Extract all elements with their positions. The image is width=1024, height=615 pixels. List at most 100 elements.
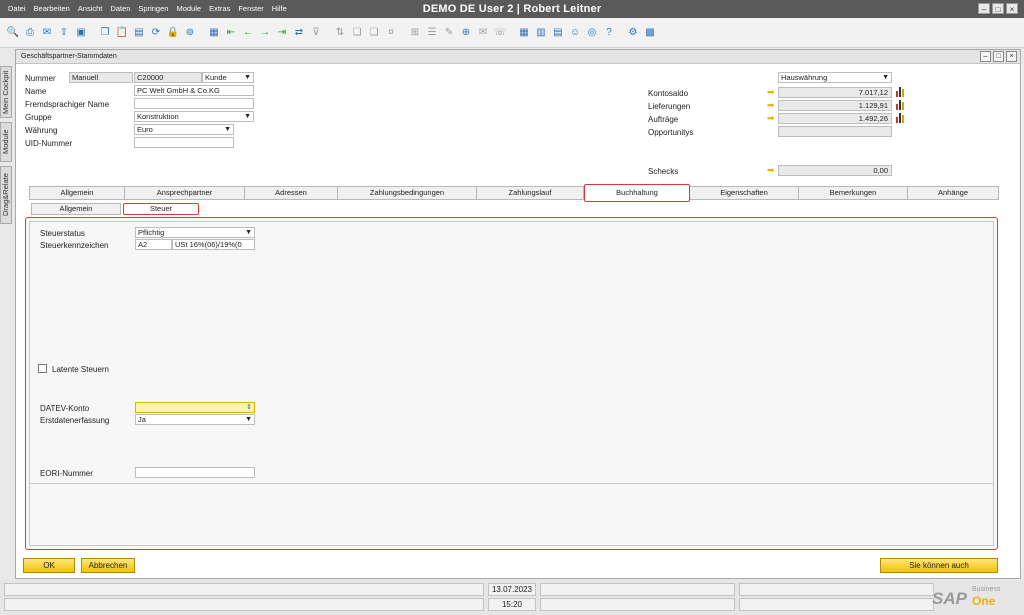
auftraege-label: Aufträge xyxy=(648,115,679,124)
tab-zahlungsbedingungen[interactable]: Zahlungsbedingungen xyxy=(338,186,477,200)
export-icon[interactable]: ⇪ xyxy=(57,26,71,40)
tiles-icon[interactable]: ▩ xyxy=(643,26,657,40)
cash-icon[interactable]: ¤ xyxy=(384,26,398,40)
name-field[interactable]: PC Welt GmbH & Co.KG xyxy=(134,85,254,96)
sidetab-drag-relate[interactable]: Drag&Relate xyxy=(0,166,12,224)
subtab-allgemein[interactable]: Allgemein xyxy=(31,203,121,215)
users-icon[interactable]: ☺ xyxy=(568,26,582,40)
preview-icon[interactable]: 🔍 xyxy=(6,26,20,40)
latent-tax-checkbox[interactable] xyxy=(38,364,47,373)
foreign-name-field[interactable] xyxy=(134,98,254,109)
chat-icon[interactable]: ☏ xyxy=(493,26,507,40)
ok-button[interactable]: OK xyxy=(23,558,75,573)
sidetab-module[interactable]: Module xyxy=(0,122,12,162)
tab-buchhaltung[interactable]: Buchhaltung xyxy=(584,184,690,202)
browser-icon[interactable]: ◎ xyxy=(585,26,599,40)
copy-icon[interactable]: ❐ xyxy=(98,26,112,40)
sidetab-cockpit[interactable]: Mein Cockpit xyxy=(0,66,12,118)
datev-account-field[interactable]: ⇕ xyxy=(135,402,255,413)
tab-zahlungslauf[interactable]: Zahlungslauf xyxy=(477,186,584,200)
chevron-down-icon: ▼ xyxy=(882,74,889,81)
journal-icon[interactable]: ☰ xyxy=(425,26,439,40)
maximize-button[interactable]: □ xyxy=(992,3,1004,14)
link-arrow-icon[interactable]: ➡ xyxy=(767,101,777,110)
initial-data-value: Ja xyxy=(138,415,146,424)
uid-field[interactable] xyxy=(134,137,234,148)
tax-code-value: A2 xyxy=(138,240,148,249)
subtab-steuer[interactable]: Steuer xyxy=(123,203,199,215)
you-can-also-button[interactable]: Sie können auch xyxy=(880,558,998,573)
email-icon[interactable]: ✉ xyxy=(40,26,54,40)
schecks-label: Schecks xyxy=(648,167,679,176)
minimize-button[interactable]: – xyxy=(978,3,990,14)
target-document-icon[interactable]: ❑ xyxy=(367,26,381,40)
add-icon[interactable]: ⊕ xyxy=(459,26,473,40)
sync-icon[interactable]: ⇄ xyxy=(292,26,306,40)
form-close-button[interactable]: × xyxy=(1006,51,1017,62)
grid-icon[interactable]: ▦ xyxy=(517,26,531,40)
close-button[interactable]: × xyxy=(1006,3,1018,14)
refresh-icon[interactable]: ⟳ xyxy=(149,26,163,40)
toolbar-separator xyxy=(326,26,330,40)
balance-currency-value: Hauswährung xyxy=(781,73,828,82)
message-icon[interactable]: ✉ xyxy=(476,26,490,40)
link-arrow-icon[interactable]: ➡ xyxy=(767,166,777,175)
form-window-controls: – □ × xyxy=(980,51,1017,62)
binoculars-icon[interactable]: ⊚ xyxy=(183,26,197,40)
first-record-icon[interactable]: ⇤ xyxy=(224,26,238,40)
tab-adressen[interactable]: Adressen xyxy=(245,186,338,200)
calculator-icon[interactable]: ▤ xyxy=(551,26,565,40)
tab-bemerkungen[interactable]: Bemerkungen xyxy=(799,186,908,200)
tab-ansprechpartner[interactable]: Ansprechpartner xyxy=(125,186,245,200)
group-select[interactable]: Konstruktion ▼ xyxy=(134,111,254,122)
cancel-button[interactable]: Abbrechen xyxy=(81,558,135,573)
filter-icon[interactable]: ⊽ xyxy=(309,26,323,40)
tab-eigenschaften[interactable]: Eigenschaften xyxy=(690,186,799,200)
eori-field[interactable] xyxy=(135,467,255,478)
form-minimize-button[interactable]: – xyxy=(980,51,991,62)
lookup-icon[interactable]: ⇕ xyxy=(246,403,252,412)
status-message-area-2 xyxy=(4,598,484,611)
payment-icon[interactable]: ⊞ xyxy=(408,26,422,40)
settings-icon[interactable]: ⚙ xyxy=(626,26,640,40)
print-icon[interactable]: ⎙ xyxy=(23,26,37,40)
status-date: 13.07.2023 xyxy=(488,583,536,596)
form-maximize-button[interactable]: □ xyxy=(993,51,1004,62)
nummer-series-select[interactable]: Manuell xyxy=(69,72,133,83)
link-arrow-icon[interactable]: ➡ xyxy=(767,88,777,97)
bar-chart-icon[interactable] xyxy=(896,100,906,110)
bp-type-select[interactable]: Kunde ▼ xyxy=(202,72,254,83)
tax-code-field[interactable]: A2 xyxy=(135,239,172,250)
tax-code-label: Steuerkennzeichen xyxy=(40,241,109,250)
bar-chart-icon[interactable] xyxy=(896,87,906,97)
tax-panel-inner: Steuerstatus Pflichtig ▼ Steuerkennzeiche… xyxy=(29,221,994,546)
currency-select[interactable]: Euro ▼ xyxy=(134,124,234,135)
base-document-icon[interactable]: ❏ xyxy=(350,26,364,40)
sort-icon[interactable]: ⇅ xyxy=(333,26,347,40)
lock-icon[interactable]: 🔒 xyxy=(166,26,180,40)
form-title: Geschäftspartner-Stammdaten xyxy=(16,50,1020,64)
save-icon[interactable]: ▣ xyxy=(74,26,88,40)
tab-anhaenge[interactable]: Anhänge xyxy=(908,186,999,200)
previous-record-icon[interactable]: ← xyxy=(241,26,255,40)
last-record-icon[interactable]: ⇥ xyxy=(275,26,289,40)
bar-chart-icon[interactable] xyxy=(896,113,906,123)
group-value: Konstruktion xyxy=(137,112,179,121)
nummer-field[interactable]: C20000 xyxy=(134,72,202,83)
paste-icon[interactable]: 📋 xyxy=(115,26,129,40)
balance-currency-select[interactable]: Hauswährung ▼ xyxy=(778,72,892,83)
kontosaldo-field: 7.017,12 xyxy=(778,87,892,98)
tax-status-select[interactable]: Pflichtig ▼ xyxy=(135,227,255,238)
help-icon[interactable]: ? xyxy=(602,26,616,40)
pdf-icon[interactable]: ▥ xyxy=(534,26,548,40)
document-edit-icon[interactable]: ✎ xyxy=(442,26,456,40)
link-arrow-icon[interactable]: ➡ xyxy=(767,114,777,123)
sap-logo-one: One xyxy=(972,594,996,608)
next-record-icon[interactable]: → xyxy=(258,26,272,40)
lieferungen-label: Lieferungen xyxy=(648,102,691,111)
initial-data-select[interactable]: Ja ▼ xyxy=(135,414,255,425)
tab-allgemein[interactable]: Allgemein xyxy=(29,186,125,200)
report-icon[interactable]: ▦ xyxy=(207,26,221,40)
document-icon[interactable]: ▤ xyxy=(132,26,146,40)
name-value: PC Welt GmbH & Co.KG xyxy=(137,86,220,95)
